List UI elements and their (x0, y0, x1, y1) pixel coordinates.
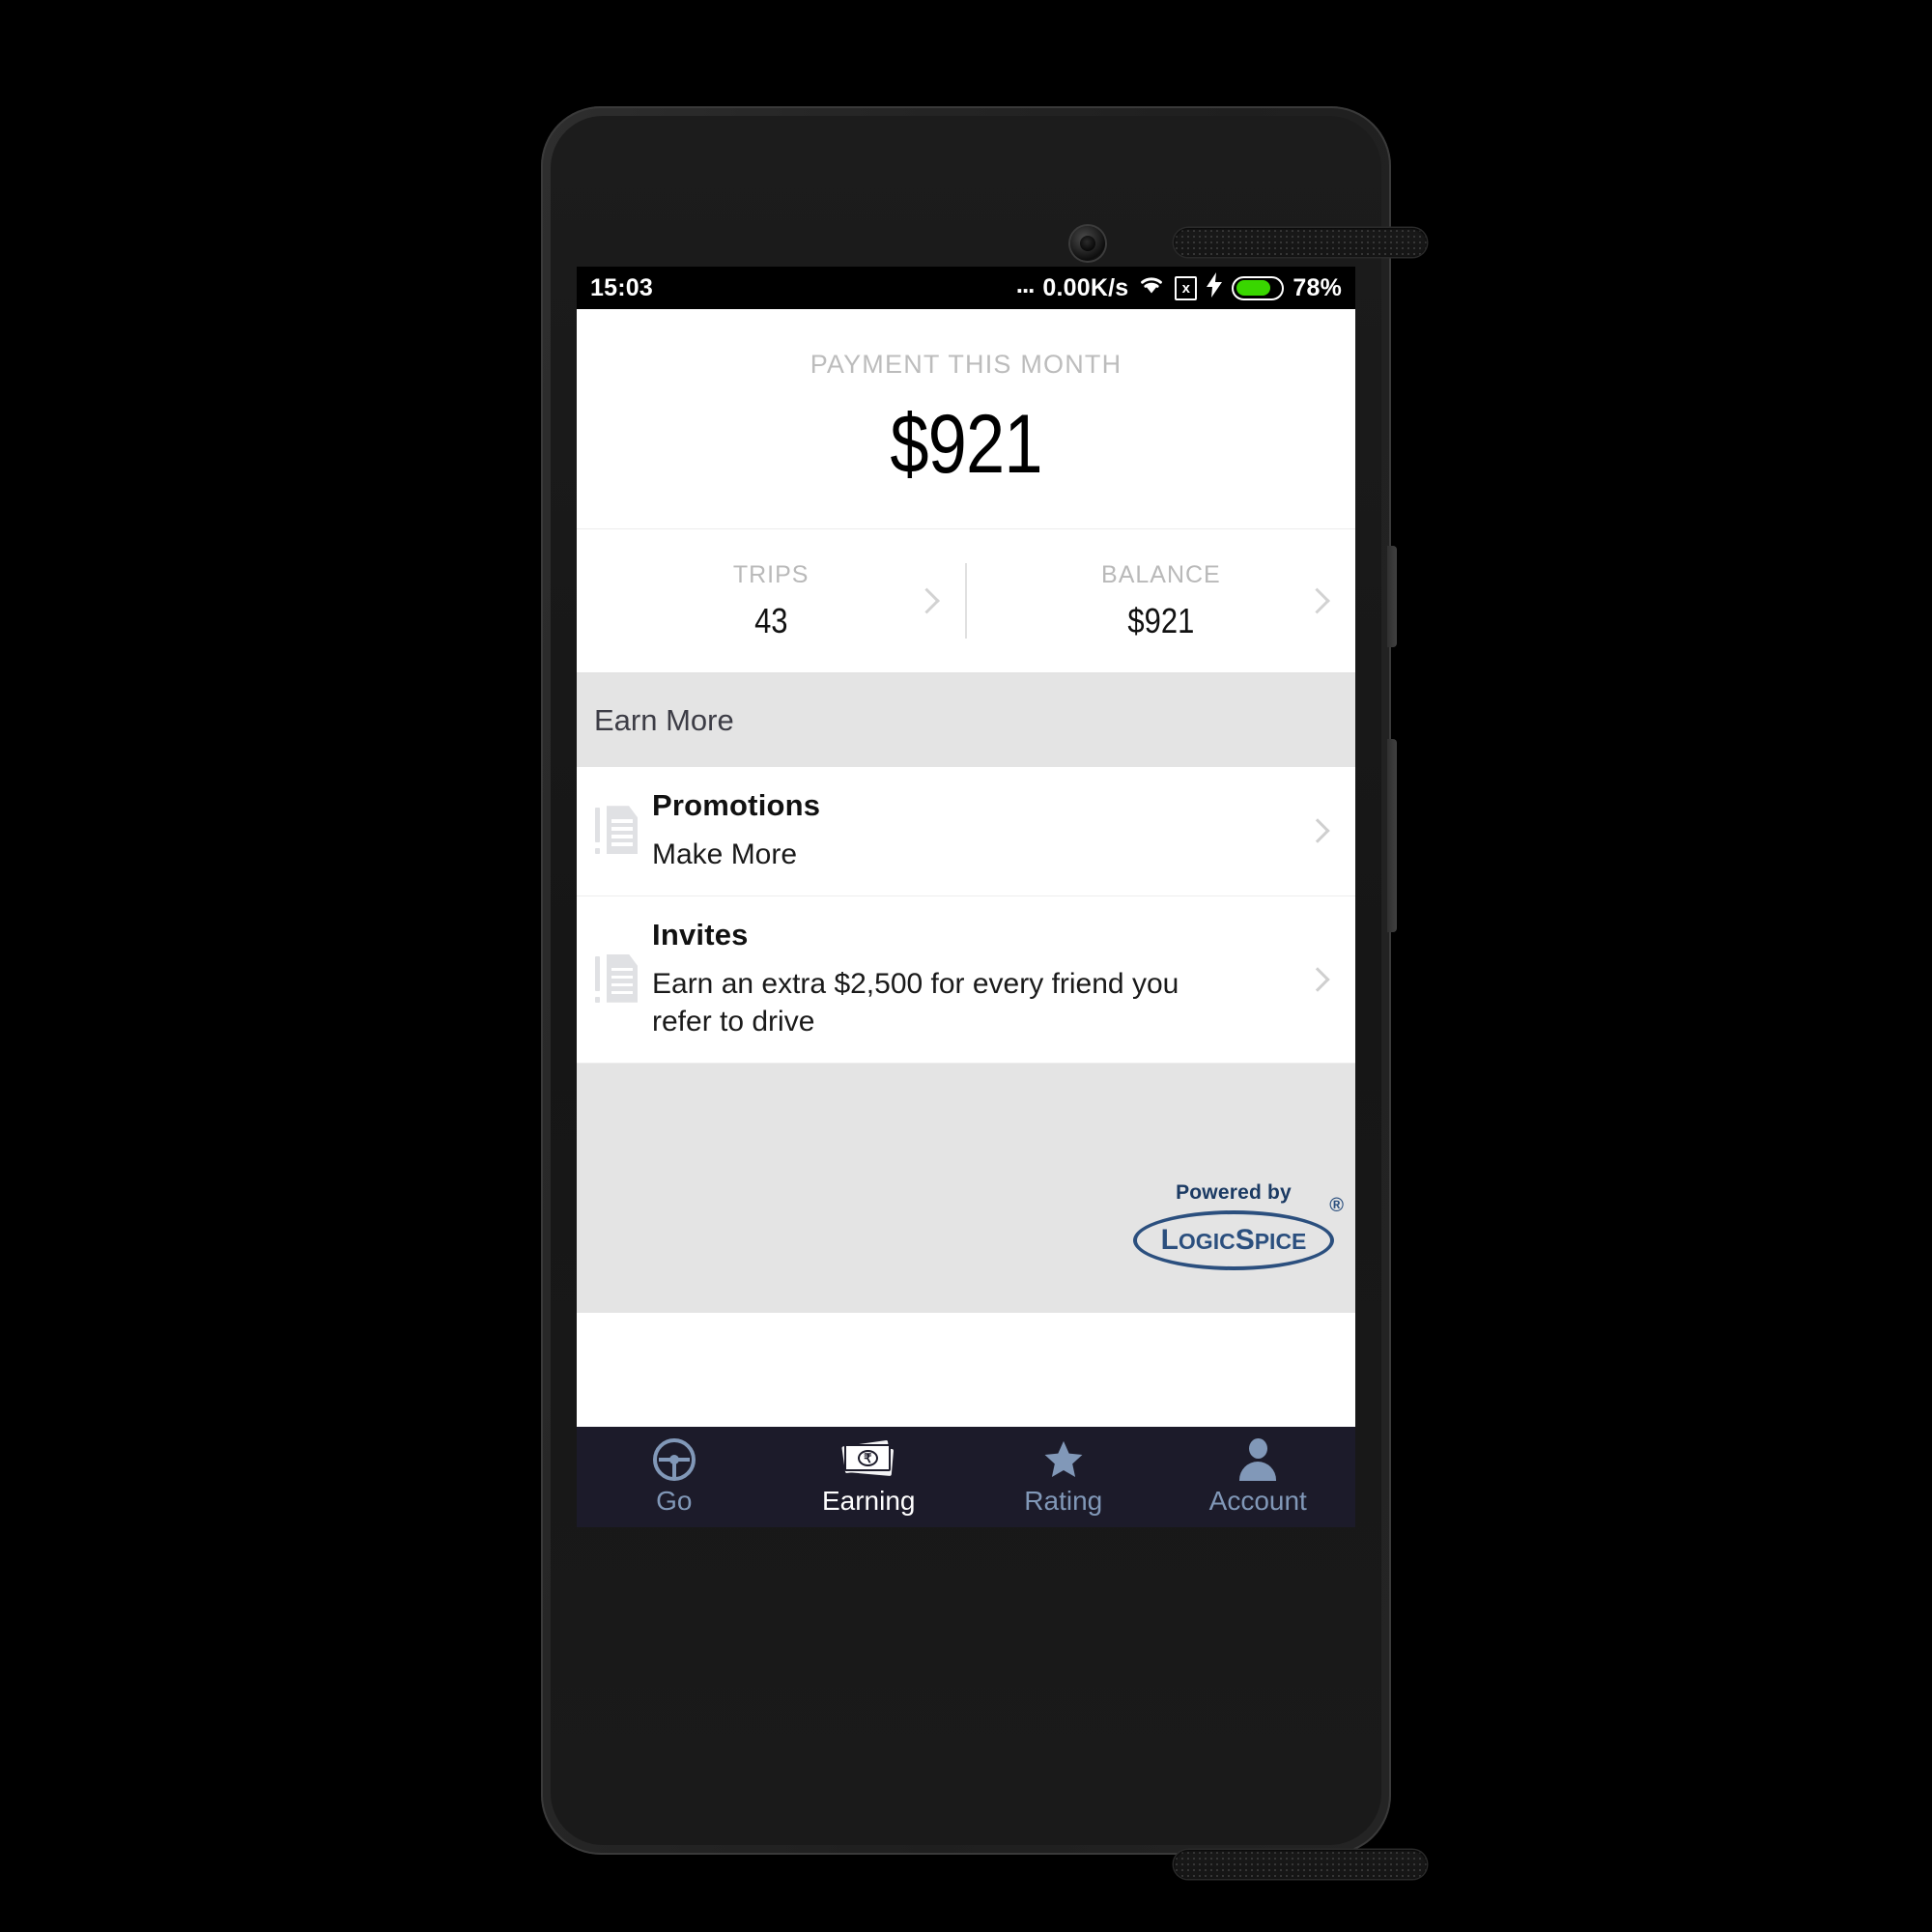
stat-balance-label: BALANCE (1101, 560, 1221, 588)
section-header-label: Earn More (594, 702, 734, 737)
document-alert-icon (595, 953, 641, 1005)
nav-tab-account-label: Account (1208, 1486, 1307, 1516)
list-item-title: Invites (652, 917, 749, 952)
list-item-icon-slot (590, 806, 646, 856)
battery-percent-label: 78% (1293, 273, 1342, 301)
battery-icon (1232, 275, 1285, 300)
network-dots-icon: ... (1015, 270, 1036, 298)
chevron-right-icon (1305, 966, 1330, 992)
earn-more-list: Promotions Make More Invites Earn an ext… (577, 767, 1355, 1064)
list-item-icon-slot (590, 953, 646, 1005)
list-item-text: Promotions Make More (646, 788, 1309, 874)
logo-brand-text: LOGICSPICE (1160, 1223, 1307, 1256)
person-icon (1237, 1437, 1278, 1482)
wifi-icon (1137, 273, 1166, 303)
nav-tab-rating[interactable]: Rating (966, 1437, 1161, 1517)
stat-trips-label: TRIPS (732, 560, 810, 588)
nav-tab-go[interactable]: Go (577, 1437, 772, 1517)
banknotes-icon: ₹ (841, 1437, 895, 1482)
list-item-invites[interactable]: Invites Earn an extra $2,500 for every f… (577, 896, 1355, 1064)
phone-screen: 15:03 ... 0.00K/s x 78% PAYMENT THIS MON… (577, 267, 1355, 1527)
document-alert-icon (595, 806, 641, 856)
stat-balance-content: BALANCE $921 (1101, 561, 1221, 641)
status-bar: 15:03 ... 0.00K/s x 78% (577, 267, 1355, 309)
list-item-text: Invites Earn an extra $2,500 for every f… (646, 918, 1309, 1041)
chevron-right-icon (1305, 818, 1330, 844)
nav-tab-account[interactable]: Account (1161, 1437, 1356, 1517)
list-item-title: Promotions (652, 788, 821, 822)
nav-tab-earning[interactable]: ₹ Earning (772, 1437, 967, 1517)
network-speed-label: 0.00K/s (1042, 273, 1129, 301)
stat-balance[interactable]: BALANCE $921 (967, 529, 1355, 672)
chevron-right-icon (1304, 587, 1330, 614)
power-button[interactable] (1387, 546, 1397, 647)
screenshot-canvas: 15:03 ... 0.00K/s x 78% PAYMENT THIS MON… (0, 0, 1932, 1932)
stat-trips[interactable]: TRIPS 43 (577, 529, 965, 672)
battery-fill (1236, 280, 1270, 296)
bottom-navigation-bar: Go ₹ Earning Rating Account (577, 1427, 1355, 1527)
payment-summary: PAYMENT THIS MONTH $921 (577, 309, 1355, 529)
list-item-promotions[interactable]: Promotions Make More (577, 767, 1355, 896)
payment-label: PAYMENT THIS MONTH (810, 350, 1122, 379)
front-camera-icon (1070, 226, 1105, 261)
stat-trips-value: 43 (753, 600, 788, 640)
sim-x-glyph: x (1181, 279, 1191, 297)
currency-symbol: ₹ (857, 1449, 878, 1466)
powered-by-label: Powered by (1176, 1180, 1292, 1204)
nav-tab-earning-label: Earning (821, 1486, 916, 1516)
earpiece-speaker-grille (1174, 228, 1427, 257)
bottom-speaker-grille (1174, 1850, 1427, 1879)
logo-ellipse-outline: LOGICSPICE ® (1133, 1195, 1344, 1270)
list-item-subtitle: Make More (652, 838, 798, 870)
chevron-right-icon (914, 587, 941, 614)
star-icon (1041, 1437, 1086, 1482)
status-bar-indicators: ... 0.00K/s x 78% (1015, 270, 1342, 304)
lightning-bolt-icon (1206, 271, 1223, 304)
nav-tab-rating-label: Rating (1024, 1486, 1103, 1516)
stat-trips-content: TRIPS 43 (733, 561, 810, 641)
list-item-subtitle: Earn an extra $2,500 for every friend yo… (652, 967, 1179, 1038)
powered-by-logicspice-logo: Powered by LOGICSPICE ® (1133, 1180, 1344, 1270)
volume-button[interactable] (1387, 739, 1397, 932)
footer-area: Powered by LOGICSPICE ® (577, 1063, 1355, 1313)
sim-x-icon: x (1175, 275, 1198, 300)
steering-wheel-icon (652, 1437, 696, 1482)
registered-trademark-icon: ® (1329, 1194, 1344, 1216)
nav-tab-go-label: Go (656, 1486, 693, 1516)
section-header-earn-more: Earn More (577, 673, 1355, 767)
payment-amount: $921 (890, 398, 1042, 491)
stat-balance-value: $921 (1127, 600, 1195, 640)
status-bar-time: 15:03 (590, 273, 653, 301)
stats-row: TRIPS 43 BALANCE $921 (577, 529, 1355, 673)
